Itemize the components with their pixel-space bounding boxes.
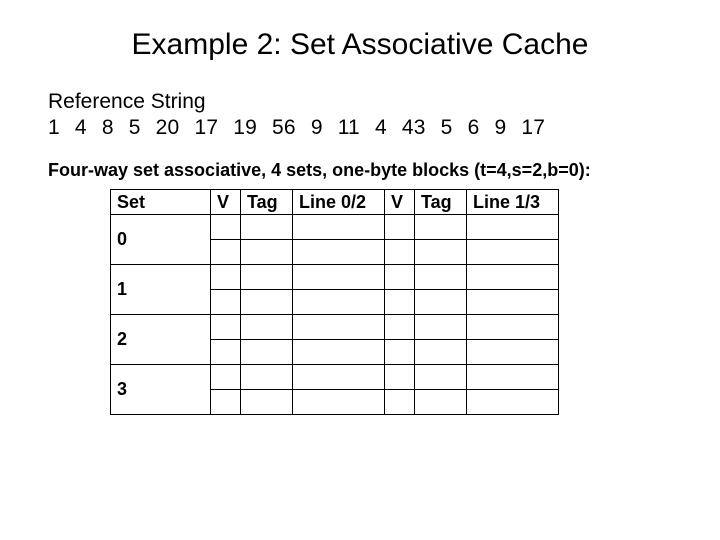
cell-v2 <box>385 315 415 340</box>
subcell <box>415 340 467 365</box>
page-title: Example 2: Set Associative Cache <box>48 28 672 62</box>
subcell <box>415 390 467 415</box>
set-cell: 2 <box>111 315 211 365</box>
table-row: 3 <box>111 365 559 390</box>
cell-v2 <box>385 365 415 390</box>
subcell <box>467 290 559 315</box>
subcell <box>211 340 241 365</box>
reference-string-label: Reference String <box>48 90 672 114</box>
cache-description: Four-way set associative, 4 sets, one-by… <box>48 160 672 181</box>
cell-v1 <box>211 215 241 240</box>
subcell <box>415 240 467 265</box>
cell-tag2 <box>415 365 467 390</box>
subcell <box>241 240 293 265</box>
subcell <box>241 340 293 365</box>
subcell <box>293 390 385 415</box>
cell-v2 <box>385 265 415 290</box>
table-row: 0 <box>111 215 559 240</box>
subcell <box>467 240 559 265</box>
set-cell: 0 <box>111 215 211 265</box>
cell-line02 <box>293 365 385 390</box>
table-row: 2 <box>111 315 559 340</box>
cell-line02 <box>293 215 385 240</box>
header-line13: Line 1/3 <box>467 190 559 215</box>
cell-tag2 <box>415 215 467 240</box>
header-tag-a: Tag <box>241 190 293 215</box>
subcell <box>293 290 385 315</box>
subcell <box>467 390 559 415</box>
cell-line13 <box>467 315 559 340</box>
slide: Example 2: Set Associative Cache Referen… <box>0 0 720 540</box>
header-v-a: V <box>211 190 241 215</box>
table-header-row: Set V Tag Line 0/2 V Tag Line 1/3 <box>111 190 559 215</box>
cell-v2 <box>385 215 415 240</box>
cell-v1 <box>211 365 241 390</box>
subcell <box>241 290 293 315</box>
subcell <box>467 340 559 365</box>
reference-string: 1 4 8 5 20 17 19 56 9 11 4 43 5 6 9 17 <box>48 116 672 140</box>
cell-line02 <box>293 315 385 340</box>
subcell <box>385 290 415 315</box>
subcell <box>211 290 241 315</box>
cell-line02 <box>293 265 385 290</box>
cell-tag1 <box>241 265 293 290</box>
subcell <box>385 240 415 265</box>
cell-line13 <box>467 265 559 290</box>
subcell <box>385 340 415 365</box>
cell-tag2 <box>415 315 467 340</box>
header-line02: Line 0/2 <box>293 190 385 215</box>
subcell <box>385 390 415 415</box>
cell-tag1 <box>241 315 293 340</box>
cell-line13 <box>467 365 559 390</box>
subcell <box>241 390 293 415</box>
cell-tag2 <box>415 265 467 290</box>
subcell <box>293 340 385 365</box>
header-set: Set <box>111 190 211 215</box>
subcell <box>211 390 241 415</box>
cell-v1 <box>211 265 241 290</box>
set-cell: 3 <box>111 365 211 415</box>
subcell <box>415 290 467 315</box>
table-row: 1 <box>111 265 559 290</box>
cell-tag1 <box>241 215 293 240</box>
cell-tag1 <box>241 365 293 390</box>
subcell <box>211 240 241 265</box>
subcell <box>293 240 385 265</box>
cache-table: Set V Tag Line 0/2 V Tag Line 1/3 0123 <box>110 189 559 415</box>
table-body: 0123 <box>111 215 559 415</box>
set-cell: 1 <box>111 265 211 315</box>
cell-v1 <box>211 315 241 340</box>
header-tag-b: Tag <box>415 190 467 215</box>
cell-line13 <box>467 215 559 240</box>
header-v-b: V <box>385 190 415 215</box>
